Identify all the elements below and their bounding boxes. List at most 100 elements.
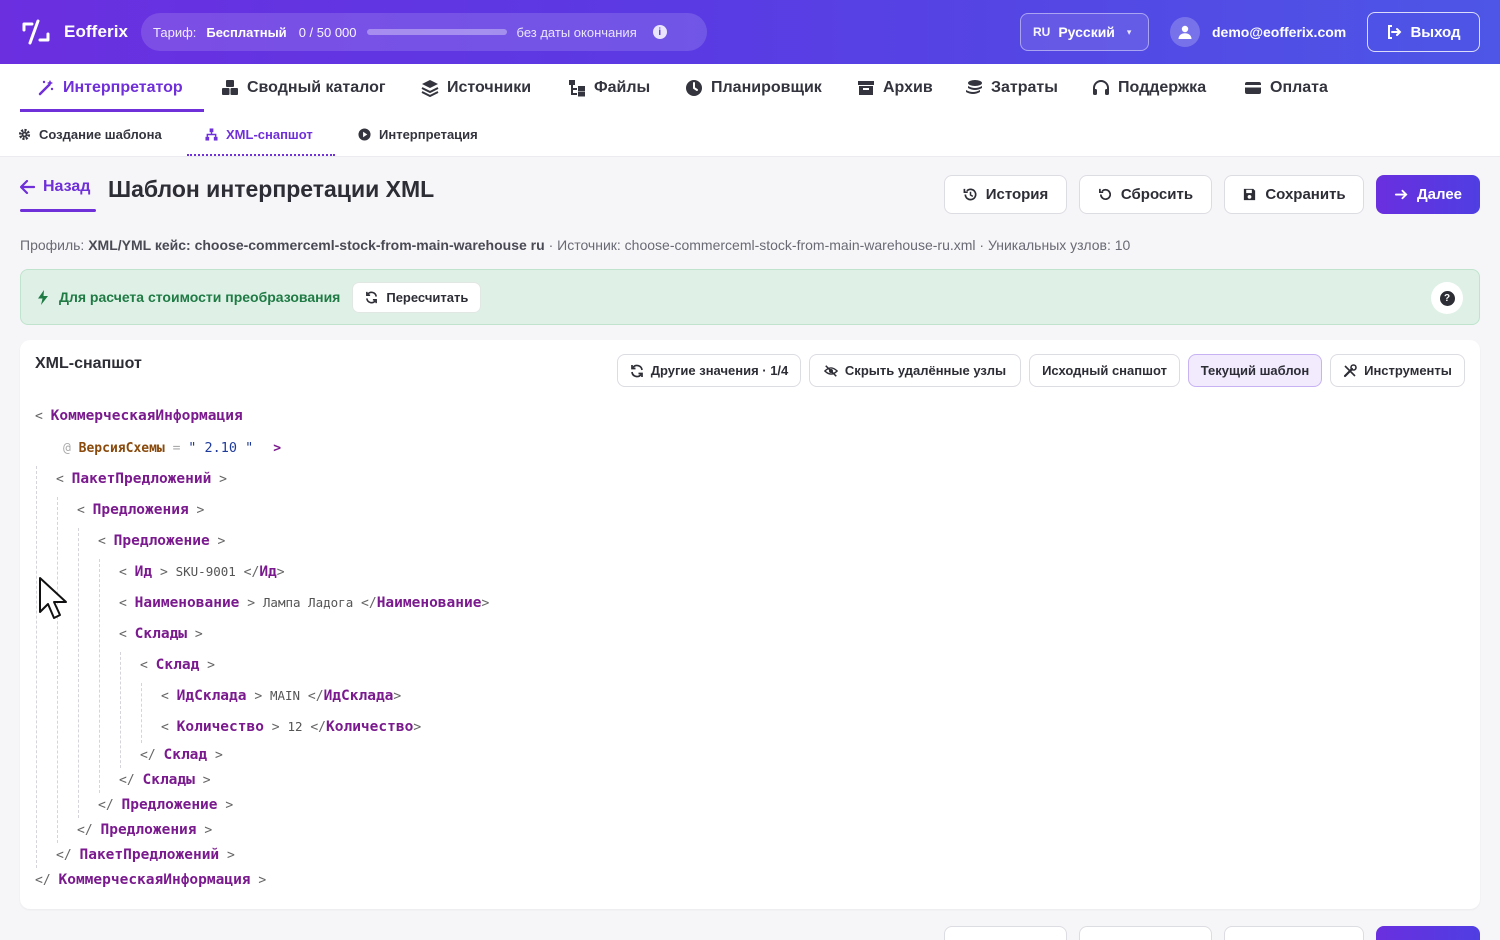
page-title: Шаблон интерпретации XML	[108, 176, 435, 202]
plan-usage: 0 / 50 000	[298, 24, 357, 40]
plan-name: Бесплатный	[206, 24, 287, 40]
save-button-bottom[interactable]	[1224, 926, 1364, 940]
xml-node-store-open[interactable]: < Склад >	[140, 655, 215, 675]
coins-icon	[966, 80, 982, 94]
tab-costs[interactable]: Затраты	[965, 64, 1058, 112]
language-select[interactable]: RU Русский ▾	[1020, 13, 1149, 51]
current-template-label: Текущий шаблон	[1200, 363, 1310, 378]
back-link[interactable]: Назад	[20, 178, 90, 196]
hide-deleted-button[interactable]: Скрыть удалённые узлы	[809, 354, 1021, 387]
tab-archive[interactable]: Архив	[857, 64, 933, 112]
xml-tag: ПакетПредложений	[71, 471, 212, 487]
xml-node-package-open[interactable]: < ПакетПредложений >	[56, 469, 227, 489]
tab-interpreter[interactable]: Интерпретатор	[37, 64, 183, 112]
notice-text: Для расчета стоимости преобразования	[59, 289, 341, 305]
info-icon[interactable]: i	[652, 25, 667, 39]
top-bar: Eofferix Тариф: Бесплатный 0 / 50 000 бе…	[0, 0, 1500, 64]
recalculate-button[interactable]: Пересчитать	[352, 281, 482, 313]
brand-logo[interactable]: Eofferix	[20, 18, 128, 46]
xml-tag: ПакетПредложений	[79, 847, 220, 863]
save-button[interactable]: Сохранить	[1224, 175, 1364, 214]
xml-node-stores-open[interactable]: < Склады >	[119, 624, 203, 644]
xml-tag: Предложение	[121, 797, 218, 813]
xml-value: SKU-9001	[175, 564, 236, 579]
subtab-xml-snapshot[interactable]: XML-снапшот	[205, 112, 313, 156]
save-icon	[1244, 188, 1256, 201]
layers-icon	[421, 80, 439, 97]
history-button-bottom[interactable]	[944, 926, 1067, 940]
user-email: demo@eofferix.com	[1212, 24, 1347, 40]
arrow-right-icon	[1394, 189, 1408, 200]
subtab-template-create[interactable]: Создание шаблона	[18, 112, 162, 156]
profile-value: XML/YML кейс: choose-commerceml-stock-fr…	[88, 237, 545, 253]
xml-value: MAIN	[269, 688, 301, 703]
xml-node-offers-open[interactable]: < Предложения >	[77, 500, 204, 520]
clock-icon	[686, 80, 702, 96]
xml-node-package-close[interactable]: </ ПакетПредложений >	[56, 845, 235, 865]
source-snapshot-button[interactable]: Исходный снапшот	[1029, 354, 1180, 387]
xml-tag: Склад	[163, 747, 208, 763]
subtab-interpretation[interactable]: Интерпретация	[358, 112, 478, 156]
user-menu[interactable]: demo@eofferix.com	[1170, 17, 1346, 47]
xml-node-offers-close[interactable]: </ Предложения >	[77, 820, 212, 840]
xml-tag: Количество	[176, 719, 264, 735]
tab-label: Файлы	[594, 79, 651, 96]
other-values-button[interactable]: Другие значения · 1/4	[617, 354, 801, 387]
play-circle-icon	[358, 127, 371, 141]
avatar	[1170, 17, 1200, 47]
current-template-button[interactable]: Текущий шаблон	[1188, 354, 1322, 387]
xml-node-store-close[interactable]: </ Склад >	[140, 745, 223, 765]
xml-node-root-close[interactable]: </ КоммерческаяИнформация >	[35, 870, 266, 890]
xml-node-quantity[interactable]: < Количество > 12 </Количество>	[161, 717, 421, 737]
next-button[interactable]: Далее	[1376, 175, 1480, 214]
refresh-icon	[366, 291, 378, 303]
back-label: Назад	[43, 178, 91, 195]
tools-button[interactable]: Инструменты	[1330, 354, 1465, 387]
tab-support[interactable]: Поддержка	[1092, 64, 1206, 112]
next-label: Далее	[1416, 186, 1463, 203]
xml-tag: Ид	[134, 564, 153, 580]
tab-catalog[interactable]: Сводный каталог	[221, 64, 386, 112]
xml-node-root-open[interactable]: < КоммерческаяИнформация	[35, 406, 243, 426]
bolt-icon	[38, 289, 48, 305]
sitemap-icon	[205, 127, 218, 141]
indent-guide	[99, 559, 100, 793]
indent-guide	[36, 466, 37, 868]
history-icon	[963, 188, 977, 201]
plan-widget: Тариф: Бесплатный 0 / 50 000 без даты ок…	[141, 13, 707, 51]
xml-node-offer-close[interactable]: </ Предложение >	[98, 795, 233, 815]
xml-node-store-id[interactable]: < ИдСклада > MAIN </ИдСклада>	[161, 686, 401, 706]
tab-label: Источники	[447, 79, 532, 96]
xml-node-id[interactable]: < Ид > SKU-9001 </Ид>	[119, 562, 285, 582]
question-icon: ?	[1439, 290, 1455, 306]
tab-files[interactable]: Файлы	[568, 64, 650, 112]
source-meta: · Источник: choose-commerceml-stock-from…	[544, 237, 1131, 253]
xml-tag: Склады	[142, 772, 195, 788]
reset-button-bottom[interactable]	[1079, 926, 1212, 940]
logout-button[interactable]: Выход	[1367, 12, 1480, 52]
history-button[interactable]: История	[944, 175, 1067, 214]
tab-sources[interactable]: Источники	[421, 64, 531, 112]
arrow-left-icon	[20, 180, 35, 194]
folder-tree-icon	[569, 80, 585, 97]
next-button-bottom[interactable]	[1376, 926, 1480, 940]
sub-nav: Создание шаблона XML-снапшот Интерпретац…	[0, 112, 1500, 157]
xml-tag: Количество	[326, 719, 414, 735]
history-label: История	[985, 186, 1049, 203]
reset-button[interactable]: Сбросить	[1079, 175, 1212, 214]
xml-node-name[interactable]: < Наименование > Лампа Ладога </Наименов…	[119, 593, 489, 613]
tab-scheduler[interactable]: Планировщик	[685, 64, 822, 112]
xml-value: 12	[287, 719, 303, 734]
xml-attribute[interactable]: @ ВерсияСхемы = " 2.10 " >	[63, 438, 281, 458]
xml-node-stores-close[interactable]: </ Склады >	[119, 770, 211, 790]
recalculate-label: Пересчитать	[386, 289, 469, 305]
logo-icon	[22, 19, 50, 45]
magic-wand-icon	[38, 80, 54, 96]
xml-tag: Наименование	[134, 595, 240, 611]
help-button[interactable]: ?	[1431, 282, 1463, 314]
xml-tag: ИдСклада	[176, 688, 247, 704]
xml-node-offer-open[interactable]: < Предложение >	[98, 531, 225, 551]
back-underline	[20, 209, 96, 212]
xml-attr-value: 2.10	[204, 440, 238, 456]
tab-payment[interactable]: Оплата	[1244, 64, 1328, 112]
